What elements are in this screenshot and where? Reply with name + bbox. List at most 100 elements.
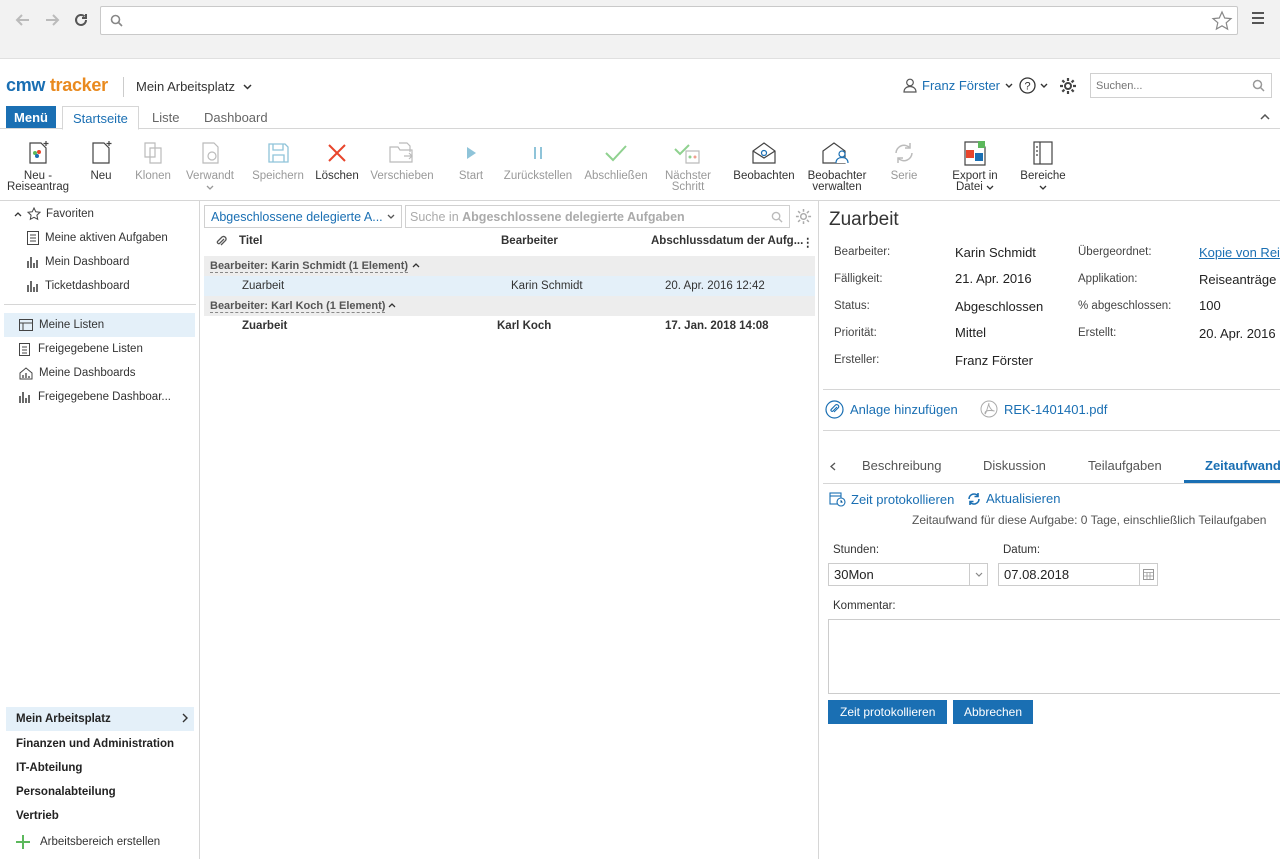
workspace-vertrieb[interactable]: Vertrieb	[6, 804, 194, 828]
date-input[interactable]: 07.08.2018	[998, 563, 1158, 586]
paperclip-icon[interactable]	[214, 234, 228, 248]
reload-button[interactable]	[70, 9, 92, 31]
percent-complete-value[interactable]: 100	[1199, 298, 1221, 313]
tabs-scroll-left-icon[interactable]	[830, 462, 836, 471]
fav-ticket-dashboard[interactable]: Ticketdashboard	[26, 274, 130, 298]
recurring-icon	[895, 143, 913, 163]
user-menu[interactable]: Franz Förster	[903, 78, 1013, 93]
nav-shared-dashboards[interactable]: Freigegebene Dashboar...	[18, 385, 171, 409]
column-completion-date[interactable]: Abschlussdatum der Aufg...	[651, 235, 803, 247]
attachment-file-link[interactable]: REK-1401401.pdf	[980, 400, 1107, 418]
workspace-title[interactable]: Mein Arbeitsplatz	[136, 79, 235, 94]
tab-zeitaufwand[interactable]: Zeitaufwand	[1205, 458, 1280, 473]
shared-list-icon	[19, 342, 30, 356]
watch-envelope-icon	[752, 142, 776, 164]
export-button[interactable]: Export in Datei	[938, 137, 1012, 193]
tab-beschreibung[interactable]: Beschreibung	[862, 458, 942, 473]
app-header: cmw tracker Mein Arbeitsplatz Franz Förs…	[0, 59, 1280, 130]
hours-select[interactable]: 30Mon	[828, 563, 988, 586]
add-attachment-button[interactable]: Anlage hinzufügen	[825, 400, 958, 419]
back-button[interactable]	[12, 9, 34, 31]
column-assignee[interactable]: Bearbeiter	[501, 235, 558, 247]
priority-value[interactable]: Mittel	[955, 325, 986, 340]
divider	[823, 389, 1280, 390]
manage-watchers-button[interactable]: Beobachter verwalten	[800, 137, 874, 193]
menu-tab[interactable]: Menü	[6, 106, 56, 128]
tab-startseite[interactable]: Startseite	[62, 106, 139, 130]
view-selector[interactable]: Abgeschlossene delegierte A...	[204, 205, 402, 228]
search-icon[interactable]	[1252, 79, 1265, 92]
move-button[interactable]: Verschieben	[365, 137, 439, 182]
effort-summary: Zeitaufwand für diese Aufgabe: 0 Tage, e…	[912, 513, 1267, 527]
table-row[interactable]: Zuarbeit Karl Koch 17. Jan. 2018 14:08	[204, 316, 815, 336]
workspace-mein-arbeitsplatz[interactable]: Mein Arbeitsplatz	[6, 707, 194, 731]
table-row[interactable]: Zuarbeit Karin Schmidt 20. Apr. 2016 12:…	[204, 276, 815, 296]
complete-button[interactable]: Abschließen	[579, 137, 653, 182]
chevron-right-icon	[182, 713, 188, 723]
tab-teilaufgaben[interactable]: Teilaufgaben	[1088, 458, 1162, 473]
chevron-down-icon	[1039, 185, 1047, 190]
list-search-input[interactable]: Suche in Abgeschlossene delegierte Aufga…	[405, 205, 790, 228]
workspace-personal[interactable]: Personalabteilung	[6, 780, 194, 804]
chevron-up-icon[interactable]	[412, 260, 420, 270]
calendar-icon[interactable]	[1139, 564, 1157, 585]
nav-my-dashboards[interactable]: Meine Dashboards	[18, 361, 136, 385]
new-file-icon	[92, 141, 112, 164]
delete-button[interactable]: Löschen	[300, 137, 374, 182]
tab-diskussion[interactable]: Diskussion	[983, 458, 1046, 473]
address-bar[interactable]	[100, 6, 1238, 35]
fav-my-dashboard[interactable]: Mein Dashboard	[26, 250, 129, 274]
workspace-finanzen[interactable]: Finanzen und Administration	[6, 732, 194, 756]
nav-my-lists[interactable]: Meine Listen	[4, 313, 195, 337]
reset-button[interactable]: Zurückstellen	[501, 137, 575, 182]
chevron-down-icon[interactable]	[969, 564, 987, 585]
group-header[interactable]: Bearbeiter: Karin Schmidt (1 Element)	[204, 256, 815, 276]
due-value[interactable]: 21. Apr. 2016	[955, 271, 1032, 286]
start-button[interactable]: Start	[434, 137, 508, 182]
task-detail-panel: Zuarbeit Bearbeiter: Karin Schmidt Fälli…	[819, 201, 1280, 859]
chevron-up-icon[interactable]	[1260, 114, 1270, 120]
fav-my-active-tasks[interactable]: Meine aktiven Aufgaben	[26, 226, 168, 250]
bookmark-star-icon[interactable]	[1211, 10, 1233, 32]
favorites-header[interactable]: Favoriten	[14, 202, 94, 226]
tab-liste[interactable]: Liste	[142, 106, 189, 129]
watch-button[interactable]: Beobachten	[727, 137, 801, 182]
refresh-link[interactable]: Aktualisieren	[967, 491, 1060, 506]
workspace-it[interactable]: IT-Abteilung	[6, 756, 194, 780]
table-header: Titel Bearbeiter Abschlussdatum der Aufg…	[204, 232, 815, 252]
related-button[interactable]: Verwandt	[173, 137, 247, 193]
bar-chart-icon	[19, 392, 30, 403]
next-step-button[interactable]: Nächster Schritt	[651, 137, 725, 193]
global-search[interactable]	[1090, 73, 1272, 98]
create-workspace-button[interactable]: Arbeitsbereich erstellen	[16, 835, 160, 849]
chevron-down-icon[interactable]	[243, 84, 252, 90]
help-menu[interactable]: ?	[1019, 77, 1048, 94]
list-settings-gear-icon[interactable]	[795, 208, 812, 225]
move-folder-icon	[389, 142, 413, 163]
cancel-button[interactable]: Abbrechen	[953, 700, 1033, 724]
logo-divider	[123, 77, 124, 97]
app-logo[interactable]: cmw tracker	[6, 75, 108, 96]
status-value[interactable]: Abgeschlossen	[955, 299, 1043, 314]
comment-textarea[interactable]	[828, 619, 1280, 694]
search-icon[interactable]	[771, 211, 783, 223]
left-navigation: Favoriten Meine aktiven Aufgaben Mein Da…	[0, 201, 200, 859]
global-search-input[interactable]	[1091, 74, 1241, 97]
parent-link[interactable]: Kopie von Rei	[1199, 245, 1280, 260]
areas-button[interactable]: Bereiche	[1006, 137, 1080, 193]
tab-dashboard[interactable]: Dashboard	[194, 106, 278, 129]
settings-gear-icon[interactable]	[1059, 77, 1077, 95]
column-title[interactable]: Titel	[239, 235, 262, 247]
nav-shared-lists[interactable]: Freigegebene Listen	[18, 337, 143, 361]
browser-menu-icon[interactable]	[1250, 10, 1266, 26]
series-button[interactable]: Serie	[867, 137, 941, 182]
chevron-up-icon[interactable]	[388, 300, 396, 310]
column-options[interactable]: ⋮	[802, 235, 814, 249]
lists-icon	[19, 319, 33, 331]
paperclip-circle-icon	[825, 400, 844, 419]
assignee-value[interactable]: Karin Schmidt	[955, 245, 1036, 260]
forward-button[interactable]	[41, 9, 63, 31]
log-time-button[interactable]: Zeit protokollieren	[828, 700, 948, 724]
log-time-link[interactable]: Zeit protokollieren	[829, 491, 954, 507]
group-header[interactable]: Bearbeiter: Karl Koch (1 Element)	[204, 296, 815, 316]
